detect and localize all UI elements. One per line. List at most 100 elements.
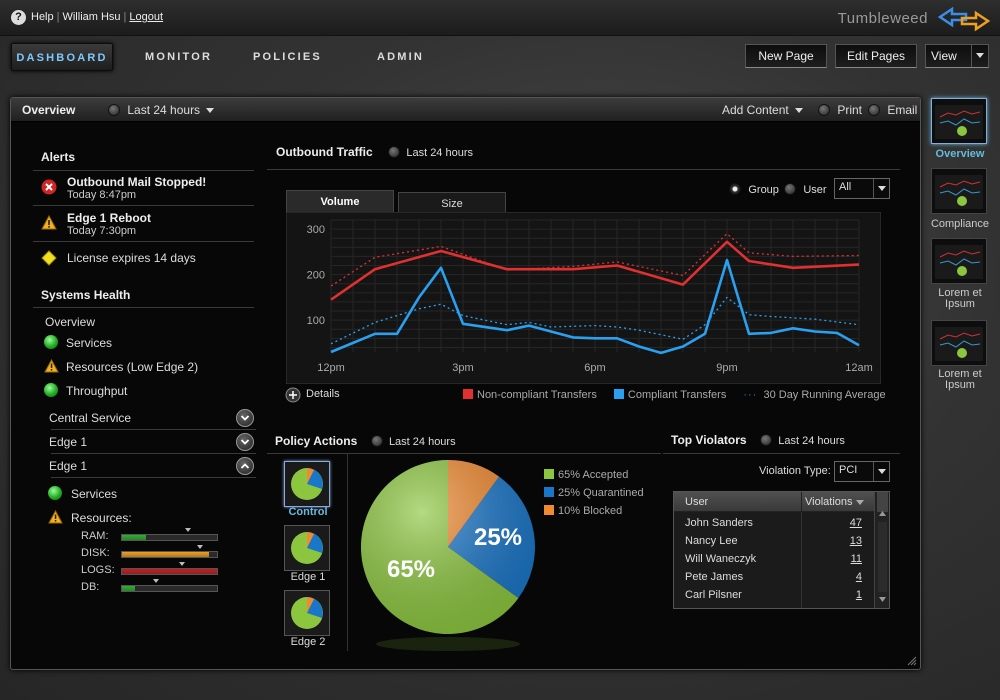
sort-down-icon	[855, 499, 864, 505]
add-content-label: Add Content	[722, 103, 789, 117]
filter-select[interactable]: All	[834, 178, 890, 199]
thumb-label[interactable]: Edge 1	[284, 571, 332, 583]
policy-header: Policy Actions Last 24 hours	[275, 434, 456, 448]
page-thumb-compliance[interactable]	[931, 168, 987, 214]
edit-pages-button[interactable]: Edit Pages	[835, 44, 917, 68]
pie-reflection	[376, 637, 520, 651]
tab-volume[interactable]: Volume	[286, 190, 394, 212]
warning-icon	[44, 358, 59, 373]
legend-label: 65% Accepted	[558, 469, 629, 481]
page-thumb-overview[interactable]	[931, 98, 987, 144]
policy-thumb-edge-2[interactable]	[284, 590, 330, 636]
meter-label: LOGS:	[81, 564, 115, 576]
page-label[interactable]: Lorem et Ipsum	[933, 288, 987, 310]
legend-swatch	[544, 469, 554, 479]
range-radio-icon[interactable]	[388, 146, 400, 158]
resource-meter	[121, 528, 218, 541]
range-radio-icon[interactable]	[759, 434, 772, 446]
top-bar: ? Help | William Hsu | Logout Tumbleweed	[0, 0, 1000, 36]
table-row[interactable]: Pete James 4	[674, 569, 874, 587]
range-label: Last 24 hours	[127, 103, 201, 117]
violations-count-link[interactable]: 1	[856, 589, 862, 601]
view-dropdown[interactable]: View	[925, 44, 989, 68]
thumb-label[interactable]: Control	[284, 506, 332, 518]
violations-count-link[interactable]: 4	[856, 571, 862, 583]
resource-meter	[121, 562, 218, 575]
range-dropdown[interactable]: Last 24 hours	[108, 103, 215, 117]
tab-admin[interactable]: ADMIN	[377, 43, 424, 71]
collapse-icon[interactable]	[236, 457, 254, 475]
meter-fill	[122, 569, 217, 574]
add-content-dropdown[interactable]: Add Content	[722, 103, 804, 117]
expand-icon[interactable]	[236, 433, 254, 451]
tab-dashboard[interactable]: DASHBOARD	[11, 43, 113, 71]
email-icon	[868, 104, 880, 116]
user-cell: Pete James	[685, 571, 744, 583]
column-header-label: Violations	[805, 496, 853, 508]
tab-monitor[interactable]: MONITOR	[145, 43, 212, 71]
tab-policies[interactable]: POLICIES	[253, 43, 322, 71]
help-link[interactable]: Help	[31, 11, 54, 23]
violations-count-link[interactable]: 11	[851, 553, 862, 565]
print-button[interactable]: Print	[818, 103, 862, 117]
table-body: John Sanders 47 Nancy Lee 13 Will Waneczyk 11…	[674, 515, 874, 605]
table-row[interactable]: Carl Pilsner 1	[674, 587, 874, 605]
page-thumb-lorem-2[interactable]	[931, 320, 987, 366]
table-row[interactable]: Will Waneczyk 11	[674, 551, 874, 569]
threshold-marker-icon	[196, 545, 203, 549]
meter-label: DB:	[81, 581, 100, 593]
health-item-label: Resources (Low Edge 2)	[66, 360, 199, 374]
details-button[interactable]: Details	[285, 387, 340, 406]
violation-type-value: PCI	[839, 464, 858, 476]
threshold-marker-icon	[184, 528, 191, 532]
violations-count-link[interactable]: 47	[850, 517, 862, 529]
policy-range: Last 24 hours	[388, 436, 456, 448]
group-row-central-service[interactable]: Central Service	[49, 407, 256, 430]
x-tick-label: 12pm	[317, 362, 345, 374]
print-label: Print	[837, 103, 863, 117]
meter-fill	[122, 535, 146, 540]
outbound-traffic-chart: 100 200 300 12pm 3pm 6pm 9pm 12am	[286, 212, 881, 384]
group-option[interactable]: Group	[729, 182, 779, 196]
chevron-down-icon	[206, 108, 215, 114]
tumbleweed-logo-icon	[937, 6, 991, 32]
resize-handle-icon[interactable]	[907, 656, 917, 666]
alerts-title: Alerts	[41, 150, 76, 164]
help-icon[interactable]: ?	[11, 10, 26, 25]
panel-title: Overview	[22, 103, 76, 117]
email-button[interactable]: Email	[868, 103, 917, 117]
violations-count-link[interactable]: 13	[850, 535, 862, 547]
user-cell: Nancy Lee	[685, 535, 738, 547]
page-thumb-lorem-1[interactable]	[931, 238, 987, 284]
outbound-header: Outbound Traffic Last 24 hours	[276, 145, 473, 159]
group-row-edge-1-expanded[interactable]: Edge 1	[49, 455, 256, 478]
new-page-button[interactable]: New Page	[745, 44, 827, 68]
y-tick-label: 100	[307, 315, 325, 327]
logout-link[interactable]: Logout	[129, 11, 163, 23]
table-row[interactable]: John Sanders 47	[674, 515, 874, 533]
policy-thumb-edge-1[interactable]	[284, 525, 330, 571]
legend-item: 25% Quarantined	[544, 484, 644, 502]
scrollbar[interactable]	[874, 492, 889, 608]
x-tick-label: 3pm	[452, 362, 473, 374]
column-header-violations[interactable]: Violations	[805, 496, 864, 508]
tab-size[interactable]: Size	[398, 192, 506, 214]
page-label[interactable]: Compliance	[926, 218, 994, 230]
health-item-label: Services	[66, 336, 113, 350]
column-header-user[interactable]: User	[685, 496, 708, 508]
page-label[interactable]: Lorem et Ipsum	[933, 369, 987, 391]
x-tick-label: 9pm	[716, 362, 737, 374]
user-cell: John Sanders	[685, 517, 753, 529]
expand-icon[interactable]	[236, 409, 254, 427]
group-row-edge-1[interactable]: Edge 1	[49, 431, 256, 454]
legend-label: 30 Day Running Average	[763, 389, 886, 401]
range-radio-icon[interactable]	[370, 435, 383, 447]
user-option[interactable]: User	[784, 182, 827, 196]
view-label: View	[931, 49, 957, 63]
page-label[interactable]: Overview	[926, 148, 994, 160]
thumb-label[interactable]: Edge 2	[284, 636, 332, 648]
violation-type-select[interactable]: PCI	[834, 461, 890, 482]
status-ok-icon	[44, 383, 58, 397]
policy-thumb-control[interactable]	[284, 461, 330, 507]
table-row[interactable]: Nancy Lee 13	[674, 533, 874, 551]
